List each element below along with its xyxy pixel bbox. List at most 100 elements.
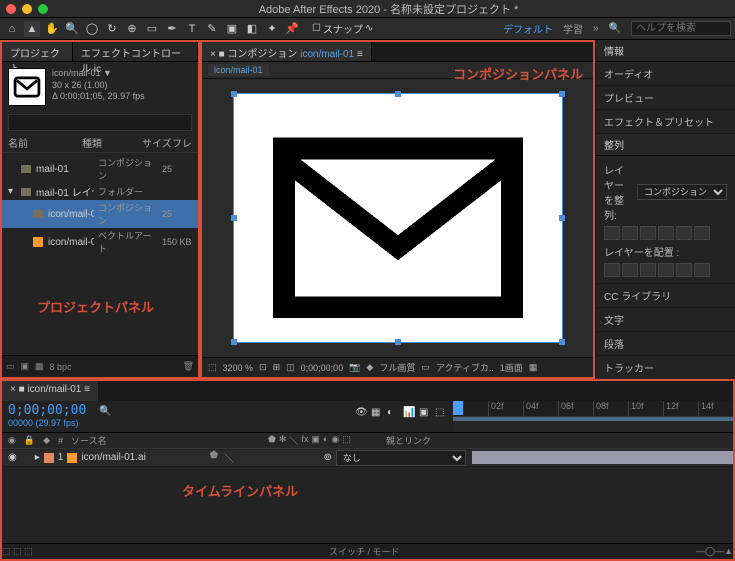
tab-project[interactable]: プロジェクト <box>2 42 73 61</box>
tab-effect-controls[interactable]: エフェクトコントロール ic <box>73 42 198 61</box>
zoom-tool[interactable]: 🔍 <box>64 21 80 37</box>
time-display[interactable]: 0;00;00;00 <box>301 363 344 373</box>
snap-toggle[interactable]: ☐ スナップ ∿ <box>312 21 373 36</box>
panel-audio[interactable]: オーディオ <box>596 62 735 86</box>
orbit-tool[interactable]: ◯ <box>84 21 100 37</box>
timecode[interactable]: 0;00;00;00 <box>8 403 86 418</box>
timeline-tab[interactable]: × ■ icon/mail-01 ≡ <box>2 381 98 401</box>
align-bottom-icon[interactable] <box>694 226 710 240</box>
minimize-window-button[interactable] <box>22 4 32 14</box>
timeline-search-icon[interactable]: 🔍 <box>99 406 111 417</box>
dist-2-icon[interactable] <box>622 263 638 277</box>
align-right-icon[interactable] <box>640 226 656 240</box>
layer-color[interactable] <box>44 453 54 463</box>
toggle-switches[interactable]: ⬚ ⬚ ⬚ <box>2 546 33 557</box>
panel-paragraph[interactable]: 段落 <box>596 332 735 356</box>
tab-composition[interactable]: × ■ コンポジション icon/mail-01 ≡ <box>202 42 372 61</box>
pen-tool[interactable]: ✒ <box>164 21 180 37</box>
roto-tool[interactable]: ✦ <box>264 21 280 37</box>
col-fr[interactable]: フレ <box>172 135 192 150</box>
canvas[interactable] <box>233 93 563 343</box>
playhead[interactable] <box>453 401 463 415</box>
workspace-learn[interactable]: 学習 <box>563 21 583 36</box>
pickwhip-icon[interactable]: ⊚ <box>323 452 331 463</box>
interpret-icon[interactable]: ▭ <box>6 361 15 372</box>
res-icon[interactable]: ⊡ <box>259 362 267 373</box>
workspace-default[interactable]: デフォルト <box>503 21 553 36</box>
hand-tool[interactable]: ✋ <box>44 21 60 37</box>
col-type[interactable]: 種類 <box>82 135 142 150</box>
work-area[interactable] <box>453 417 733 421</box>
col-name[interactable]: 名前 <box>8 135 82 150</box>
source-col[interactable]: ソース名 <box>71 434 260 447</box>
grid-icon[interactable]: ⊞ <box>273 362 281 373</box>
col-size[interactable]: サイズ <box>142 135 172 150</box>
anchor-tool[interactable]: ⊕ <box>124 21 140 37</box>
panel-align[interactable]: 整列 <box>596 134 735 156</box>
panel-preview[interactable]: プレビュー <box>596 86 735 110</box>
motion-blur-icon[interactable]: ◐ <box>387 407 399 419</box>
dist-3-icon[interactable] <box>640 263 656 277</box>
dist-5-icon[interactable] <box>676 263 692 277</box>
project-item[interactable]: ▾ mail-01 レイヤー フォルダー <box>2 183 198 200</box>
align-top-icon[interactable] <box>658 226 674 240</box>
timeline-layer[interactable]: ◉ ▸ 1 icon/mail-01.ai ⬟＼ ⊚ なし <box>2 449 733 467</box>
channel-icon[interactable]: ◆ <box>366 362 373 373</box>
align-hcenter-icon[interactable] <box>622 226 638 240</box>
quality-dropdown[interactable]: フル画質 <box>379 361 415 374</box>
views-dropdown[interactable]: 1画面 <box>500 361 523 374</box>
layer-arrow[interactable]: ▸ <box>35 452 40 463</box>
panel-tracker[interactable]: トラッカー <box>596 356 735 380</box>
rotate-tool[interactable]: ↻ <box>104 21 120 37</box>
align-left-icon[interactable] <box>604 226 620 240</box>
bpc-label[interactable]: 8 bpc <box>50 362 72 372</box>
project-search[interactable] <box>8 114 192 131</box>
magnify-icon[interactable]: ⬚ <box>208 362 217 373</box>
align-vcenter-icon[interactable] <box>676 226 692 240</box>
layer-bar[interactable] <box>472 451 733 464</box>
time-ruler[interactable]: 0f02f04f06f08f10f12f14f <box>453 401 733 417</box>
panel-effects[interactable]: エフェクト＆プリセット <box>596 110 735 134</box>
view-options-icon[interactable]: ▦ <box>529 362 538 373</box>
shy-toggle[interactable]: ⬟ <box>209 450 218 465</box>
clone-tool[interactable]: ▣ <box>224 21 240 37</box>
eye-toggle[interactable]: ◉ <box>8 452 17 463</box>
panel-cc[interactable]: CC ライブラリ <box>596 284 735 308</box>
shy-icon[interactable]: 👁 <box>355 407 367 419</box>
project-item[interactable]: icon/mail-01.ai ベクトルアート 150 KB <box>2 228 198 256</box>
align-target-select[interactable]: コンポジション <box>637 184 727 200</box>
render-icon[interactable]: ⬚ <box>435 407 447 419</box>
home-icon[interactable]: ⌂ <box>4 21 20 37</box>
close-window-button[interactable] <box>6 4 16 14</box>
new-folder-icon[interactable]: ▣ <box>21 361 30 372</box>
zoom-value[interactable]: 3200 % <box>223 363 254 373</box>
selection-tool[interactable]: ▲ <box>24 21 40 37</box>
dist-1-icon[interactable] <box>604 263 620 277</box>
mask-icon[interactable]: ◫ <box>286 362 295 373</box>
panel-info[interactable]: 情報 <box>596 40 735 62</box>
maximize-window-button[interactable] <box>38 4 48 14</box>
help-search[interactable] <box>631 21 731 36</box>
switch-mode-label[interactable]: スイッチ / モード <box>33 545 697 558</box>
search-toggle-icon[interactable]: 🔍 <box>609 23 621 34</box>
panel-character[interactable]: 文字 <box>596 308 735 332</box>
quality-toggle[interactable]: ＼ <box>224 450 234 465</box>
project-item[interactable]: icon/mail-01 コンポジション 25 <box>2 200 198 228</box>
shape-tool[interactable]: ▭ <box>144 21 160 37</box>
frame-blend-icon[interactable]: ▦ <box>371 407 383 419</box>
parent-select[interactable]: なし <box>336 450 466 466</box>
parent-col[interactable]: 親とリンク <box>386 434 466 447</box>
comp-path[interactable]: icon/mail-01 <box>208 64 269 76</box>
brush-tool[interactable]: ✎ <box>204 21 220 37</box>
dist-4-icon[interactable] <box>658 263 674 277</box>
layer-name[interactable]: icon/mail-01.ai <box>81 452 205 463</box>
exposure-icon[interactable]: ▭ <box>421 362 430 373</box>
project-item[interactable]: mail-01 コンポジション 25 <box>2 155 198 183</box>
zoom-slider[interactable]: —◯—▲ <box>696 546 733 557</box>
camera-dropdown[interactable]: アクティブカ.. <box>436 361 494 374</box>
draft3d-icon[interactable]: ▣ <box>419 407 431 419</box>
puppet-tool[interactable]: 📌 <box>284 21 300 37</box>
type-tool[interactable]: T <box>184 21 200 37</box>
new-comp-icon[interactable]: ▦ <box>35 361 44 372</box>
workspace-more[interactable]: » <box>593 23 599 34</box>
